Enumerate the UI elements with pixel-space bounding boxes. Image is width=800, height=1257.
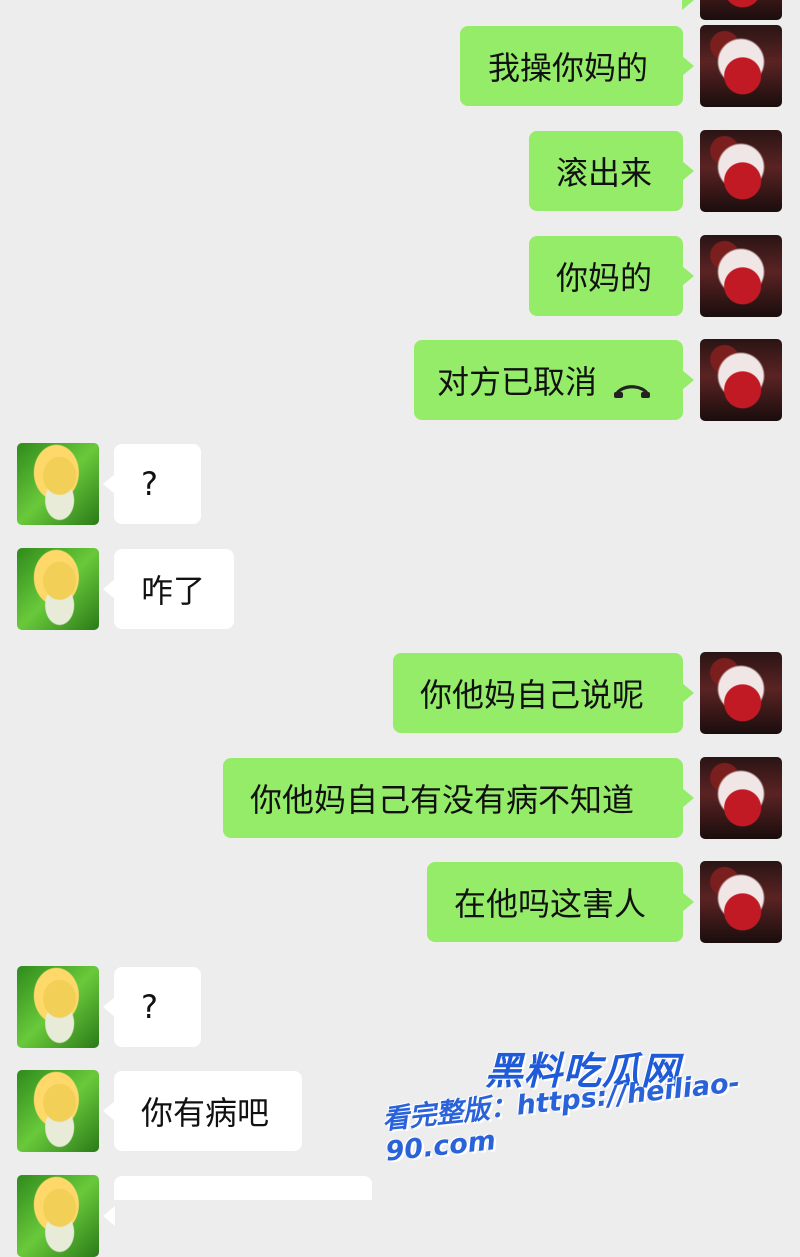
message-text: ? — [141, 465, 158, 503]
message-bubble[interactable]: 你有病吧 — [103, 1071, 302, 1151]
message-bubble[interactable]: 你他妈自己说呢 — [393, 653, 694, 733]
message-bubble[interactable]: 我操你妈的 — [460, 26, 694, 106]
message-text: 你他妈自己有没有病不知道 — [250, 781, 635, 819]
avatar[interactable] — [700, 339, 782, 421]
message-text: 我操你妈的 — [488, 49, 649, 87]
message-bubble-partial[interactable] — [103, 1176, 372, 1226]
message-bubble[interactable]: 滚出来 — [529, 131, 694, 211]
avatar[interactable] — [17, 966, 99, 1048]
message-bubble[interactable]: ? — [103, 444, 201, 524]
avatar[interactable] — [700, 861, 782, 943]
avatar[interactable] — [17, 1175, 99, 1257]
message-text: 你他妈自己说呢 — [420, 676, 645, 714]
message-bubble[interactable]: 在他吗这害人 — [427, 862, 694, 942]
message-text: 你有病吧 — [141, 1094, 270, 1132]
phone-hangup-icon — [613, 370, 651, 398]
avatar[interactable] — [700, 130, 782, 212]
avatar[interactable] — [17, 548, 99, 630]
message-bubble[interactable]: 咋了 — [103, 549, 234, 629]
message-bubble[interactable]: 你妈的 — [529, 236, 694, 316]
avatar[interactable] — [700, 652, 782, 734]
avatar[interactable] — [17, 1070, 99, 1152]
message-text: 在他吗这害人 — [454, 885, 647, 923]
avatar[interactable] — [700, 0, 782, 20]
avatar[interactable] — [700, 757, 782, 839]
message-bubble[interactable]: 你他妈自己有没有病不知道 — [223, 758, 694, 838]
message-text: 咋了 — [141, 572, 206, 610]
avatar[interactable] — [700, 235, 782, 317]
message-text: 你妈的 — [556, 259, 653, 297]
avatar[interactable] — [700, 25, 782, 107]
message-text: 对方已取消 — [437, 363, 598, 401]
message-text: ? — [141, 988, 158, 1026]
message-bubble[interactable]: ? — [103, 967, 201, 1047]
call-record-bubble[interactable]: 对方已取消 — [414, 340, 694, 420]
message-text: 滚出来 — [556, 154, 653, 192]
avatar[interactable] — [17, 443, 99, 525]
